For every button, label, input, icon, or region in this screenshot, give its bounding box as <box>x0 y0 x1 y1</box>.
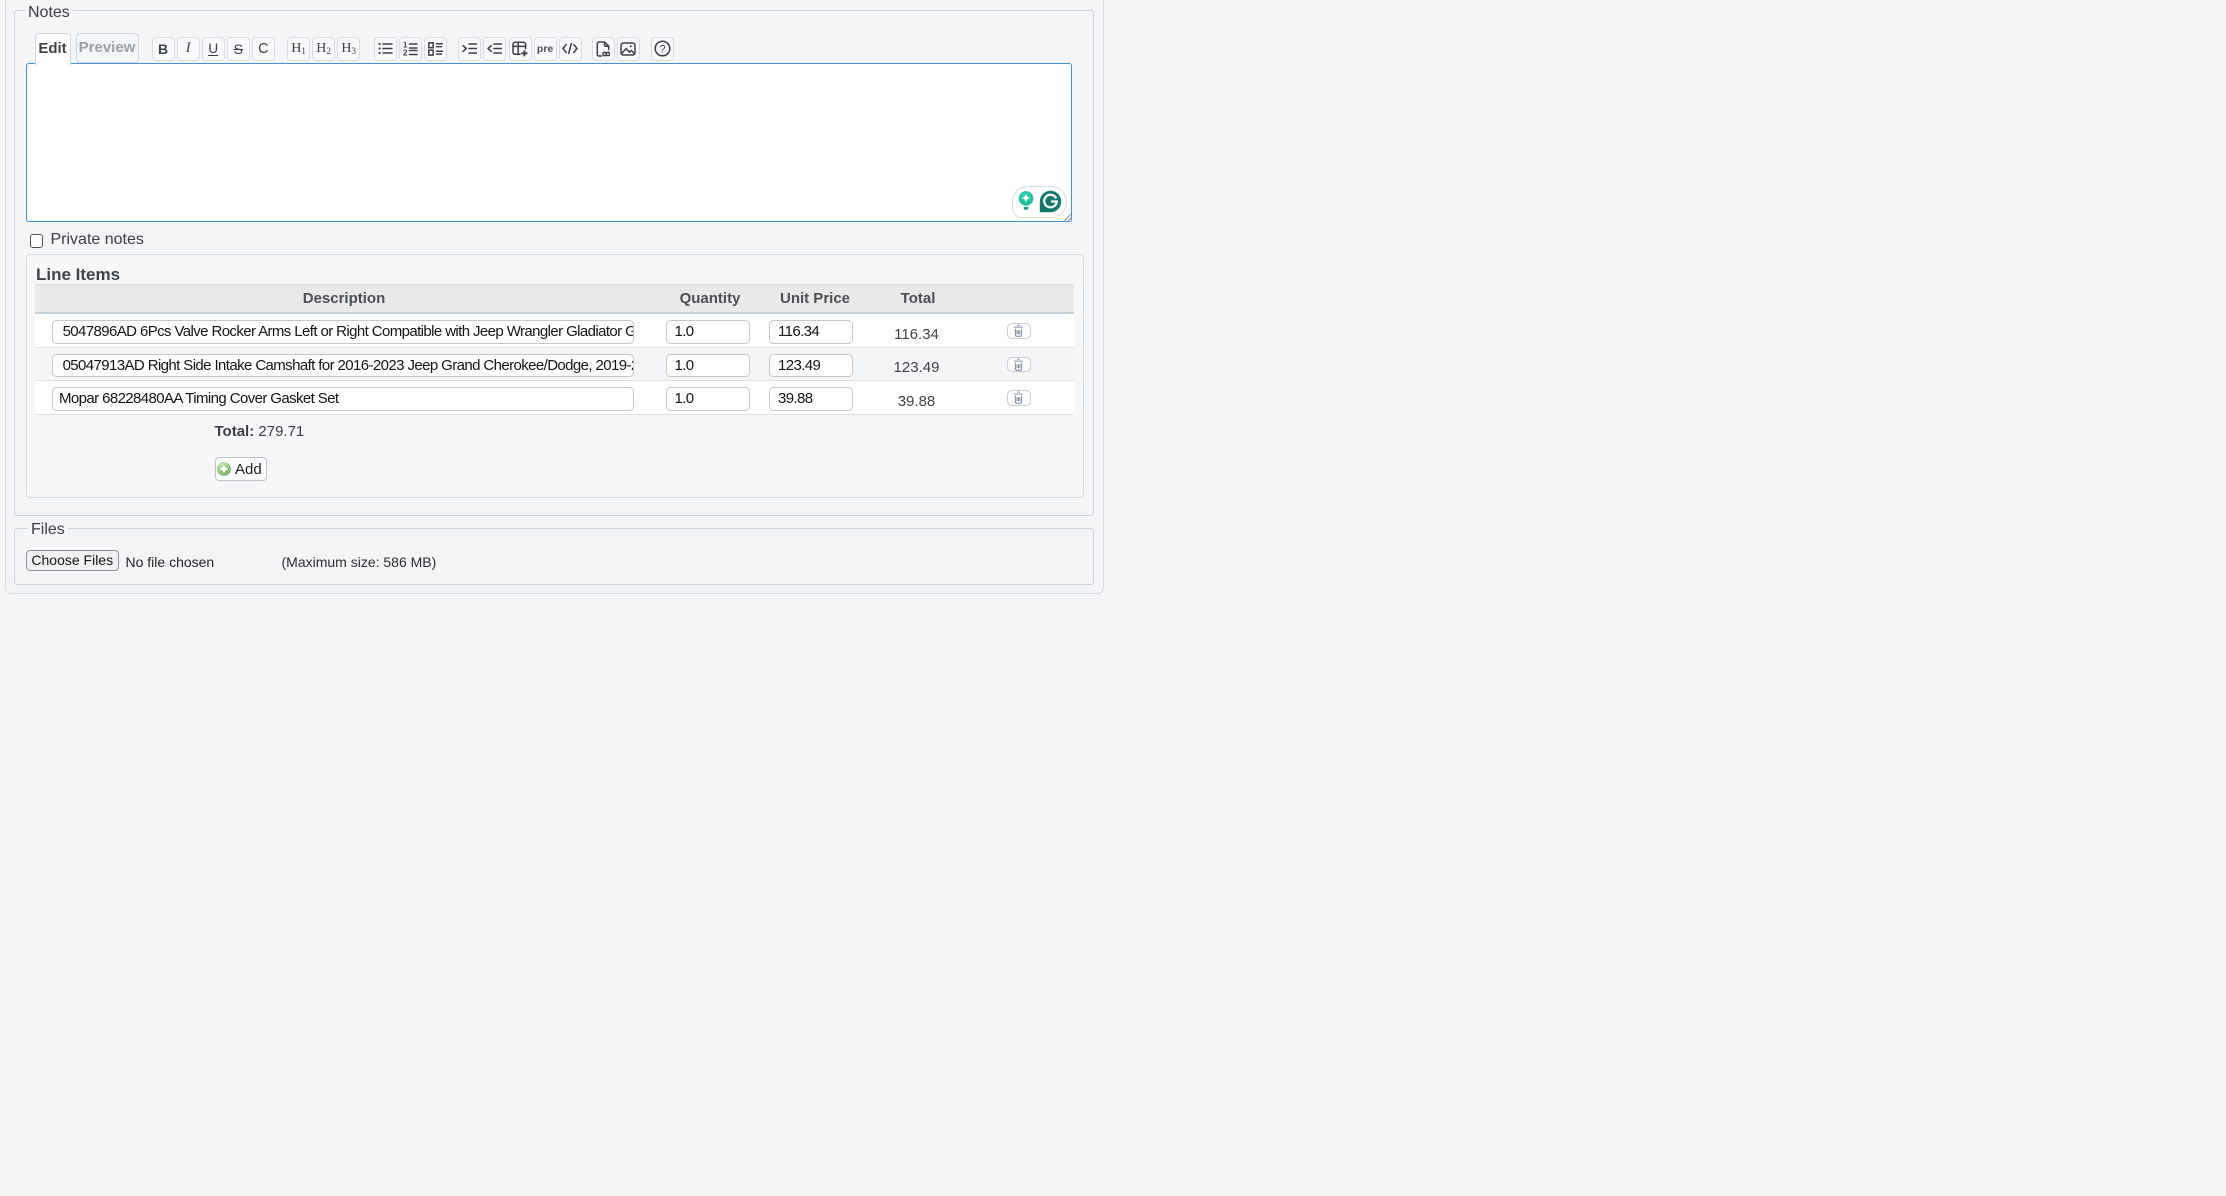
svg-text:2: 2 <box>403 48 408 56</box>
svg-text:?: ? <box>659 44 665 56</box>
